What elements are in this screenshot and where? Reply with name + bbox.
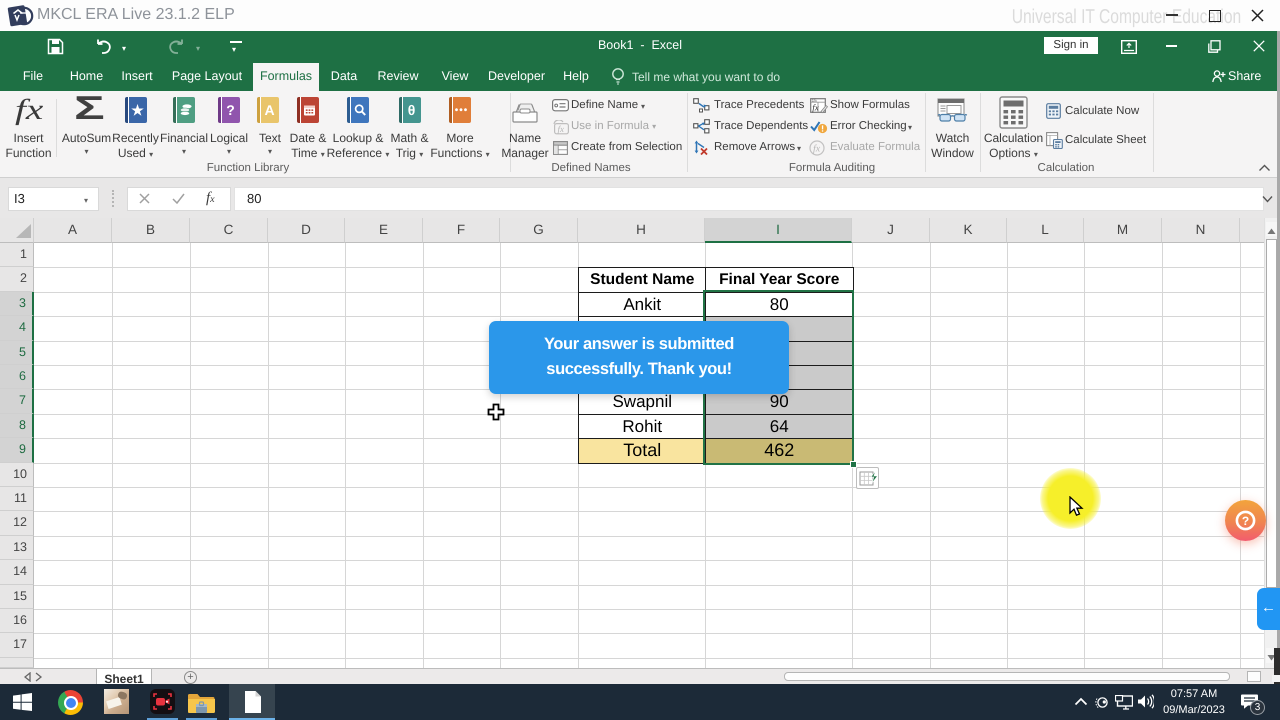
svg-text:fx: fx xyxy=(558,124,565,134)
svg-text:fx: fx xyxy=(813,144,821,155)
svg-text:fx: fx xyxy=(812,103,819,113)
svg-text:?: ? xyxy=(1242,514,1249,528)
